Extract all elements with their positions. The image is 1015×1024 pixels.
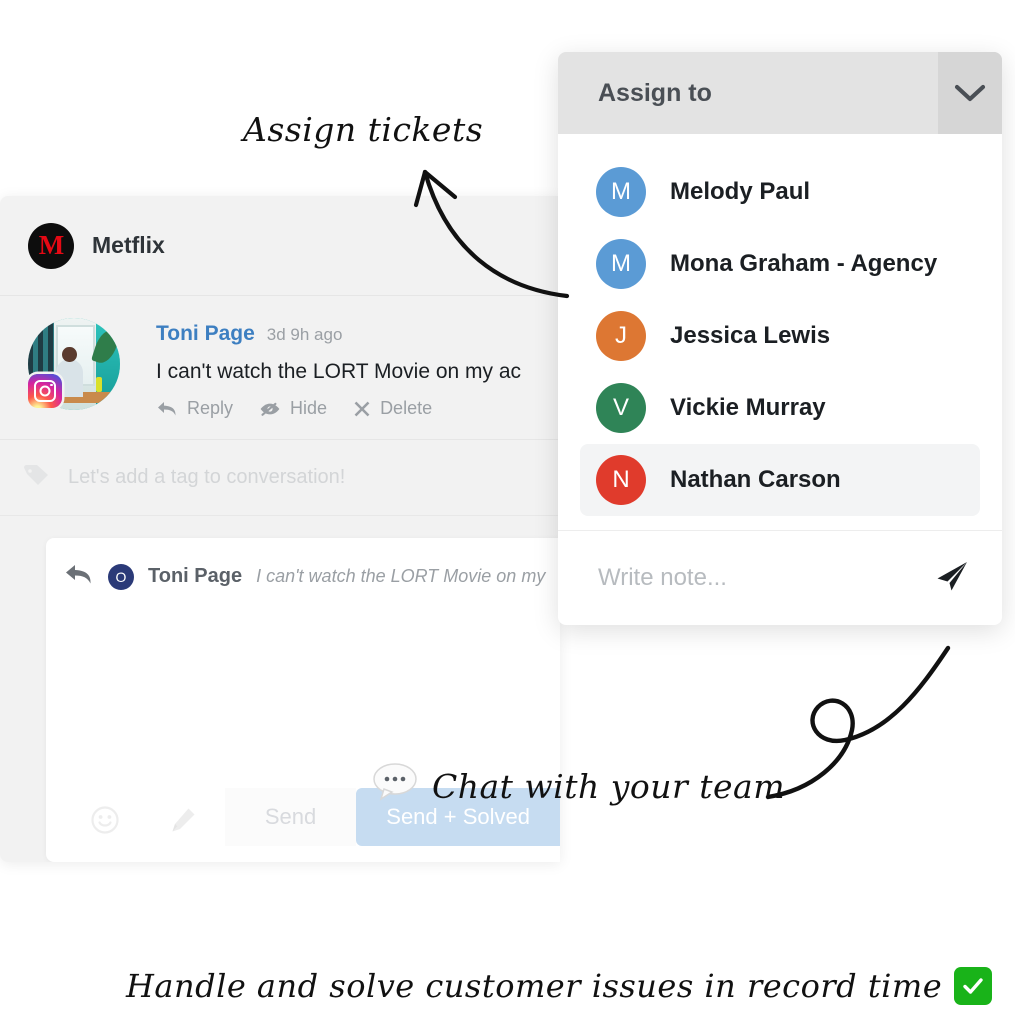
assignee-name: Melody Paul	[670, 178, 811, 205]
message-body: Toni Page 3d 9h ago I can't watch the LO…	[156, 318, 560, 419]
assignee-item-nathan-carson[interactable]: N Nathan Carson	[580, 444, 980, 516]
assign-to-panel: Assign to M Melody Paul M Mona Graham - …	[558, 52, 1002, 625]
delete-label: Delete	[380, 398, 433, 418]
speech-balloon-icon	[372, 762, 418, 808]
assignee-name: Mona Graham - Agency	[670, 250, 938, 277]
delete-button[interactable]: Delete	[353, 398, 432, 419]
composer-area: O Toni Page I can't watch the LORT Movie…	[0, 516, 560, 862]
message-meta: Toni Page 3d 9h ago	[156, 322, 560, 346]
white-check-mark-icon	[954, 967, 993, 1005]
avatar	[28, 318, 120, 410]
quote-author: Toni Page	[148, 565, 243, 587]
pencil-icon[interactable]	[168, 805, 198, 840]
message-author[interactable]: Toni Page	[156, 322, 255, 346]
assignee-item-mona-graham[interactable]: M Mona Graham - Agency	[580, 228, 980, 300]
chevron-down-icon[interactable]	[938, 52, 1002, 134]
composer-tools	[46, 805, 198, 840]
assignee-item-vickie-murray[interactable]: V Vickie Murray	[580, 372, 980, 444]
assignee-name: Nathan Carson	[670, 466, 841, 493]
conversation-card: M Metflix Toni Page 3d 9h ago I can't wa…	[0, 196, 560, 862]
message-text: I can't watch the LORT Movie on my ac	[156, 360, 522, 383]
send-button[interactable]: Send	[224, 788, 357, 846]
tag-row[interactable]: Let's add a tag to conversation!	[0, 440, 560, 516]
assignee-name: Jessica Lewis	[670, 322, 831, 349]
assignee-list: M Melody Paul M Mona Graham - Agency J J…	[558, 134, 1002, 531]
conversation-header: M Metflix	[0, 196, 560, 296]
hide-button[interactable]: Hide	[259, 398, 327, 419]
instagram-icon	[28, 374, 62, 408]
hide-label: Hide	[290, 398, 328, 418]
message-row: Toni Page 3d 9h ago I can't watch the LO…	[0, 296, 560, 440]
quoted-message: O Toni Page I can't watch the LORT Movie…	[46, 562, 560, 591]
avatar: V	[596, 383, 646, 433]
avatar: M	[596, 167, 646, 217]
tag-placeholder: Let's add a tag to conversation!	[68, 466, 346, 488]
note-input[interactable]: Write note...	[598, 564, 727, 592]
emoji-smiley-icon[interactable]	[90, 805, 120, 840]
avatar: J	[596, 311, 646, 361]
x-mark-icon	[353, 400, 371, 418]
assign-panel-title: Assign to	[598, 78, 712, 107]
reply-composer[interactable]: O Toni Page I can't watch the LORT Movie…	[46, 538, 560, 862]
avatar: M	[596, 239, 646, 289]
tag-icon	[22, 463, 52, 492]
metflix-logo-icon: M	[28, 222, 74, 269]
reply-arrow-icon	[156, 400, 178, 418]
reply-button[interactable]: Reply	[156, 398, 233, 419]
assignee-item-melody-paul[interactable]: M Melody Paul	[580, 156, 980, 228]
quote-text: I can't watch the LORT Movie on my	[256, 566, 546, 586]
avatar: N	[596, 455, 646, 505]
brand-name: Metflix	[92, 232, 165, 258]
assignee-item-jessica-lewis[interactable]: J Jessica Lewis	[580, 300, 980, 372]
annotation-caption: Handle and solve customer issues in reco…	[126, 967, 993, 1005]
message-timestamp: 3d 9h ago	[266, 325, 343, 344]
eye-slash-icon	[259, 400, 281, 418]
quote-avatar: O	[108, 563, 134, 590]
reply-label: Reply	[187, 398, 234, 418]
paper-plane-icon[interactable]	[932, 556, 972, 601]
annotation-assign-tickets: Assign tickets	[243, 110, 484, 149]
assign-panel-header[interactable]: Assign to	[558, 52, 1002, 134]
reply-arrow-icon	[64, 562, 94, 591]
assignee-name: Vickie Murray	[670, 394, 826, 421]
message-actions: Reply Hide Delete	[156, 398, 560, 419]
caption-text: Handle and solve customer issues in reco…	[126, 967, 943, 1005]
note-input-row[interactable]: Write note...	[558, 531, 1002, 625]
annotation-chat-with-team: Chat with your team	[432, 767, 786, 806]
